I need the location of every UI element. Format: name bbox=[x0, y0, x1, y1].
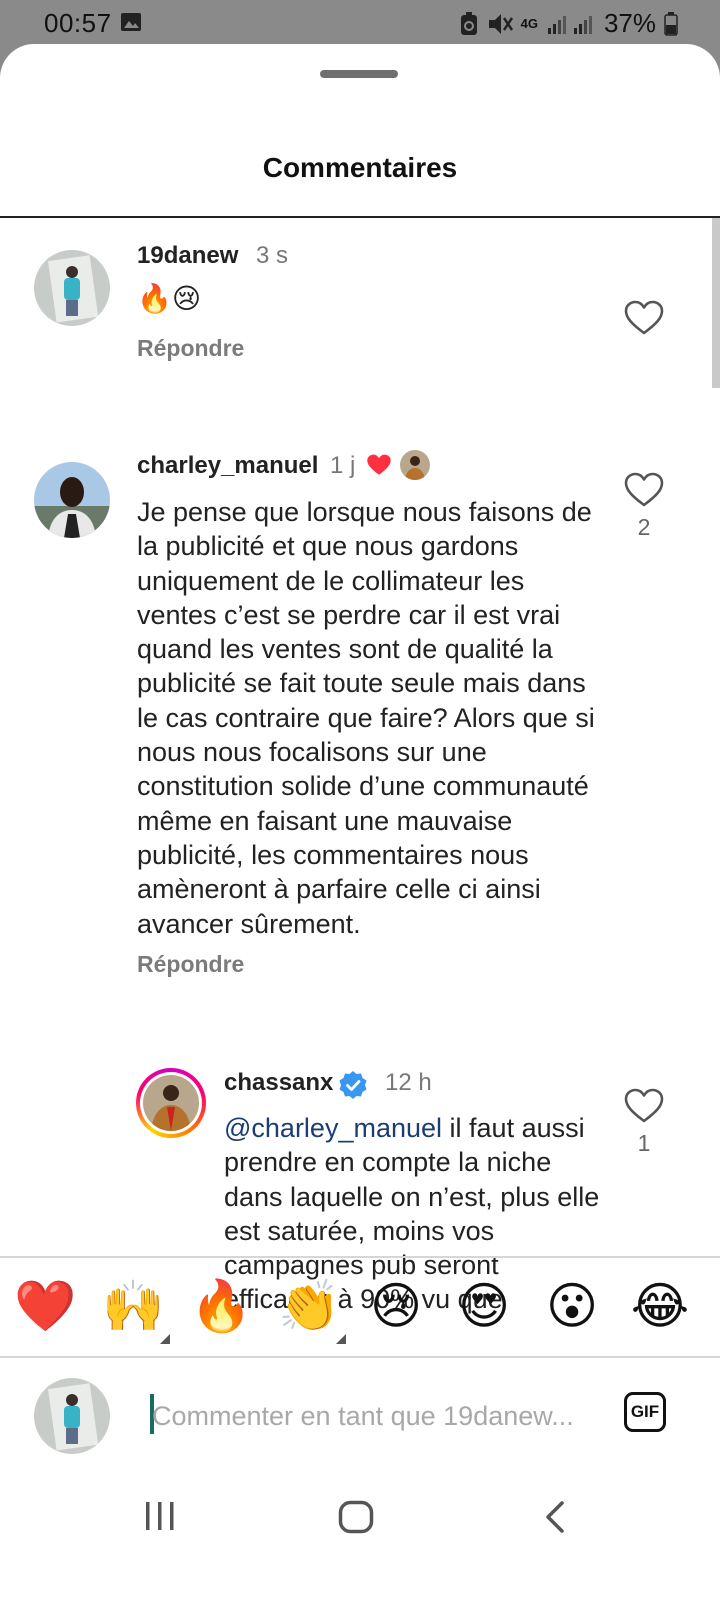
quick-reactions-bar: ❤️ 🙌 🔥 👏 😢 😍 😮 😂 bbox=[0, 1258, 720, 1354]
back-icon[interactable] bbox=[544, 1500, 566, 1534]
reply-username[interactable]: chassanx bbox=[224, 1069, 333, 1097]
comment-text: 🔥😢 bbox=[137, 282, 202, 315]
composer-divider bbox=[0, 1356, 720, 1358]
gallery-notification-icon bbox=[121, 13, 141, 31]
more-options-icon bbox=[336, 1334, 346, 1344]
reaction-fire[interactable]: 🔥 bbox=[190, 1276, 252, 1336]
reaction-crying[interactable]: 😢 bbox=[366, 1276, 426, 1336]
composer-avatar bbox=[34, 1378, 110, 1454]
recent-apps-icon[interactable] bbox=[144, 1500, 176, 1532]
gif-button[interactable]: GIF bbox=[624, 1392, 666, 1432]
scrollbar[interactable] bbox=[712, 218, 720, 388]
comment-time: 1 j bbox=[330, 452, 356, 479]
status-bar: 00:57 4G 37% bbox=[0, 0, 720, 46]
reaction-laughing[interactable]: 😂 bbox=[630, 1276, 690, 1336]
more-options-icon bbox=[160, 1334, 170, 1344]
comment-input[interactable] bbox=[152, 1394, 592, 1438]
signal-icon bbox=[547, 15, 592, 34]
battery-icon bbox=[664, 11, 678, 36]
comments-list[interactable]: 19danew 3 s 🔥😢 Répondre charley_manuel 1… bbox=[0, 218, 720, 1326]
reaction-heart[interactable]: ❤️ bbox=[14, 1276, 76, 1336]
author-liked-heart-icon bbox=[367, 454, 391, 475]
status-icons: 4G 37% bbox=[459, 8, 678, 39]
battery-percent: 37% bbox=[603, 8, 656, 38]
like-heart-icon[interactable] bbox=[624, 1088, 664, 1124]
reply-button[interactable]: Répondre bbox=[137, 951, 244, 978]
like-count[interactable]: 2 bbox=[624, 514, 664, 541]
comment-time: 3 s bbox=[256, 242, 289, 269]
sheet-drag-handle[interactable] bbox=[320, 70, 398, 78]
like-heart-icon[interactable] bbox=[624, 472, 664, 508]
network-type: 4G bbox=[520, 15, 538, 31]
like-count[interactable]: 1 bbox=[624, 1130, 664, 1157]
reaction-heart-eyes[interactable]: 😍 bbox=[454, 1276, 514, 1336]
home-icon[interactable] bbox=[338, 1500, 374, 1534]
verified-badge-icon bbox=[339, 1071, 367, 1099]
mute-icon bbox=[488, 13, 513, 34]
reaction-surprised[interactable]: 😮 bbox=[542, 1276, 602, 1336]
reply-button[interactable]: Répondre bbox=[137, 335, 244, 362]
comment-username[interactable]: 19danew bbox=[137, 242, 238, 270]
avatar bbox=[143, 1075, 199, 1131]
avatar[interactable] bbox=[34, 462, 110, 538]
status-time: 00:57 bbox=[44, 8, 112, 38]
system-nav-bar bbox=[0, 1460, 720, 1556]
comments-sheet: Commentaires 19danew 3 s 🔥😢 Répondre cha… bbox=[0, 44, 720, 1600]
comment-username[interactable]: charley_manuel bbox=[137, 452, 318, 480]
mention-link[interactable]: @charley_manuel bbox=[224, 1113, 442, 1143]
reaction-clap[interactable]: 👏 bbox=[278, 1276, 340, 1336]
author-avatar-mini bbox=[400, 450, 430, 480]
story-ring-avatar[interactable] bbox=[136, 1068, 206, 1138]
like-heart-icon[interactable] bbox=[624, 300, 664, 336]
sheet-title: Commentaires bbox=[262, 152, 458, 183]
reaction-raised-hands[interactable]: 🙌 bbox=[102, 1276, 164, 1336]
recycle-icon bbox=[460, 11, 477, 35]
avatar[interactable] bbox=[34, 250, 110, 326]
comment-text: Je pense que lorsque nous faisons de la … bbox=[137, 497, 595, 939]
reply-time: 12 h bbox=[385, 1069, 432, 1096]
